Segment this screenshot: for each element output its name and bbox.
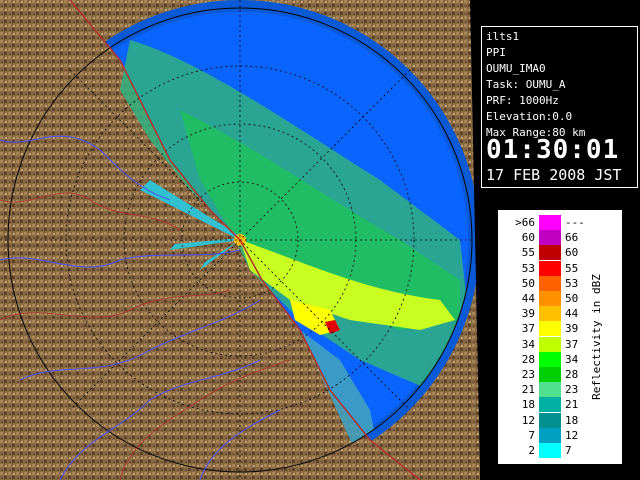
- scan-time: 01:30:01: [486, 135, 620, 165]
- legend-low-value: 55: [521, 246, 535, 260]
- legend-color-swatch: [539, 230, 561, 246]
- task-name: Task: OUMU_A: [486, 78, 566, 91]
- legend-row: 7 12: [499, 427, 599, 443]
- legend-high-value: 7: [565, 444, 572, 457]
- legend-color-swatch: [539, 260, 561, 276]
- legend-color-swatch: [539, 443, 561, 458]
- legend-low-value: >66: [515, 216, 535, 229]
- legend-row: 12 18: [499, 412, 599, 428]
- scan-date: 17 FEB 2008 JST: [486, 166, 622, 184]
- legend-low-value: 21: [521, 383, 535, 397]
- legend-color-swatch: [539, 427, 561, 443]
- legend-row: 53 55: [499, 260, 599, 276]
- legend-color-swatch: [539, 367, 561, 382]
- legend-high-value: 18: [565, 413, 579, 427]
- legend-low-value: 18: [521, 398, 535, 412]
- legend-color-swatch: [539, 245, 561, 261]
- legend-color-swatch: [539, 275, 561, 291]
- legend-row: 60 66: [499, 230, 599, 246]
- legend-row: >66 ---: [499, 215, 599, 230]
- prf-value: PRF: 1000Hz: [486, 94, 559, 107]
- legend-high-value: 12: [565, 428, 579, 442]
- legend-low-value: 34: [521, 337, 535, 351]
- legend-low-value: 28: [521, 352, 535, 366]
- legend-color-swatch: [539, 215, 561, 230]
- legend-high-value: ---: [565, 216, 585, 229]
- legend-low-value: 7: [528, 428, 535, 442]
- scan-info-box: ilts1 PPI OUMU_IMA0 Task: OUMU_A PRF: 10…: [481, 26, 638, 188]
- reflectivity-legend: >66 --- 60 66 55 60 53 55 50 53 44 50 39 44 37 39 34 37 28…: [498, 210, 622, 464]
- legend-low-value: 2: [528, 444, 535, 457]
- legend-color-swatch: [539, 306, 561, 322]
- legend-color-swatch: [539, 336, 561, 352]
- legend-color-swatch: [539, 291, 561, 306]
- legend-unit-text: Reflectivity in dBZ: [590, 274, 603, 400]
- legend-high-value: 60: [565, 246, 579, 260]
- legend-row: 27: [499, 443, 599, 458]
- legend-color-swatch: [539, 351, 561, 367]
- legend-color-swatch: [539, 412, 561, 428]
- legend-row: 37 39: [499, 321, 599, 337]
- legend-row: 34 37: [499, 336, 599, 352]
- legend-row: 44 50: [499, 291, 599, 306]
- legend-low-value: 50: [521, 276, 535, 290]
- legend-row: 50 53: [499, 275, 599, 291]
- legend-high-value: 66: [565, 231, 579, 245]
- legend-low-value: 37: [521, 322, 535, 336]
- legend-low-value: 12: [521, 413, 535, 427]
- legend-low-value: 44: [521, 292, 535, 305]
- legend-low-value: 53: [521, 261, 535, 275]
- legend-row: 18 21: [499, 397, 599, 413]
- legend-row: 39 44: [499, 306, 599, 322]
- legend-row: 55 60: [499, 245, 599, 261]
- legend-color-swatch: [539, 321, 561, 337]
- side-panel: ilts1 PPI OUMU_IMA0 Task: OUMU_A PRF: 10…: [480, 0, 640, 480]
- legend-low-value: 23: [521, 368, 535, 381]
- radar-ppi-map[interactable]: [0, 0, 480, 480]
- station-name: ilts1: [486, 30, 520, 43]
- legend-row: 21 23: [499, 382, 599, 398]
- elevation-value: Elevation:0.0: [486, 110, 573, 123]
- scan-type: PPI: [486, 46, 506, 59]
- product-name: OUMU_IMA0: [486, 62, 546, 75]
- legend-color-swatch: [539, 397, 561, 413]
- legend-color-swatch: [539, 382, 561, 398]
- legend-row: 23 28: [499, 367, 599, 382]
- legend-low-value: 60: [521, 231, 535, 245]
- legend-row: 28 34: [499, 351, 599, 367]
- legend-low-value: 39: [521, 307, 535, 321]
